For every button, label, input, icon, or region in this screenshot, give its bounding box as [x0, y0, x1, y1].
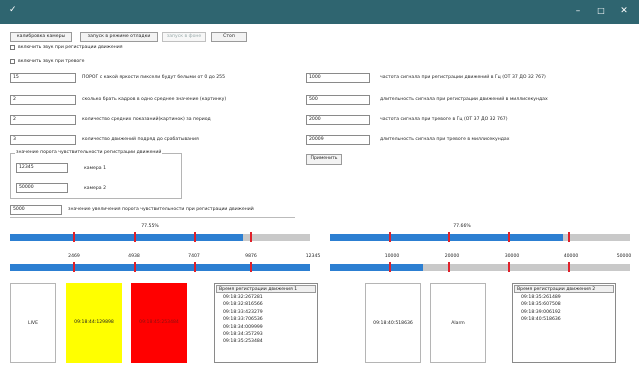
- cam1-tick: 9876: [245, 254, 257, 259]
- cam1-marker: [134, 262, 136, 272]
- increase-label: значение увеличения порога чувствительно…: [68, 207, 254, 212]
- cam2-motion-fill: [330, 264, 423, 271]
- list-item[interactable]: 09:18:35:261489: [513, 294, 615, 301]
- cam2-marker: [389, 232, 391, 242]
- cam1-tick: 2469: [68, 254, 80, 259]
- list-item[interactable]: 09:18:35:253484: [215, 338, 317, 345]
- increase-input[interactable]: 5000: [10, 205, 62, 215]
- sound-motion-checkbox[interactable]: [10, 45, 15, 50]
- background-start-button[interactable]: запуск в фоне: [162, 32, 206, 42]
- cam2-marker: [508, 262, 510, 272]
- cam2-tick: 10000: [384, 254, 400, 259]
- cam2-level-fill: [330, 234, 563, 241]
- cam1-marker: [73, 262, 75, 272]
- cam2-level-bar: [330, 232, 630, 242]
- apply-button[interactable]: Применить: [306, 154, 342, 165]
- cam2-status-time: 09:18:40:518636: [373, 321, 413, 326]
- cam1-yellow-time: 09:18:44:129898: [74, 320, 114, 325]
- cam1-motion-bar: [10, 262, 310, 272]
- cam2-threshold-input[interactable]: 50000: [16, 183, 68, 193]
- cam1-marker: [250, 232, 252, 242]
- cam2-time-panel: 09:18:40:518636: [365, 283, 421, 363]
- cam2-marker: [508, 232, 510, 242]
- threshold-brightness-label: ПОРОГ с какой яркости пиксели будут белы…: [82, 75, 225, 80]
- averages-per-period-label: количество средних показаний(картинок) з…: [82, 117, 211, 122]
- motions-before-trigger-input[interactable]: 3: [10, 135, 76, 145]
- motions-before-trigger-label: количество движений подряд до срабатыван…: [82, 137, 199, 142]
- cam1-marker: [73, 232, 75, 242]
- list-item[interactable]: 09:18:32:816566: [215, 301, 317, 308]
- cam1-list-header: Время регистрации движения 1: [216, 285, 316, 293]
- cam2-motion-list[interactable]: Время регистрации движения 2 09:18:35:26…: [512, 283, 616, 363]
- cam2-alarm-label: Alarm: [451, 321, 465, 326]
- cam1-motion-list[interactable]: Время регистрации движения 1 09:18:32:26…: [214, 283, 318, 363]
- list-item[interactable]: 09:18:33:423279: [215, 309, 317, 316]
- debug-start-button[interactable]: запуск в режиме отладки: [80, 32, 158, 42]
- cam2-marker: [448, 232, 450, 242]
- cam1-percent: 77.55%: [141, 224, 159, 229]
- list-item[interactable]: 09:18:40:518636: [513, 316, 615, 323]
- cam2-percent: 77.66%: [453, 224, 471, 229]
- close-icon[interactable]: ✕: [616, 4, 632, 18]
- cam2-tick: 20000: [444, 254, 460, 259]
- cam2-marker: [448, 262, 450, 272]
- cam2-list-header: Время регистрации движения 2: [514, 285, 614, 293]
- app-icon: ✓: [9, 5, 17, 15]
- cam2-alarm-panel: Alarm: [430, 283, 486, 363]
- cam2-tick: 50000: [616, 254, 632, 259]
- list-item[interactable]: 09:18:34:357293: [215, 331, 317, 338]
- frames-per-average-label: сколько брать кадров в одно среднее знач…: [82, 97, 227, 102]
- cam1-live-panel: LIVE: [10, 283, 56, 363]
- alarm-frequency-label: частота сигнала при тревоге в Гц (ОТ 37 …: [380, 117, 508, 122]
- list-item[interactable]: 09:18:35:607508: [513, 301, 615, 308]
- cam1-live-label: LIVE: [28, 321, 38, 326]
- cam1-marker: [194, 262, 196, 272]
- cam2-tick: 30000: [504, 254, 520, 259]
- alarm-frequency-input[interactable]: 2000: [306, 115, 370, 125]
- cam1-level-bar: [10, 232, 310, 242]
- cam1-yellow-indicator: 09:18:44:129898: [66, 283, 122, 363]
- cam2-marker: [389, 262, 391, 272]
- cam2-motion-bar: [330, 262, 630, 272]
- motion-duration-input[interactable]: 500: [306, 95, 370, 105]
- stop-button[interactable]: Стоп: [211, 32, 247, 42]
- list-item[interactable]: 09:18:33:706536: [215, 316, 317, 323]
- list-item[interactable]: 09:18:32:267281: [215, 294, 317, 301]
- cam1-tick: 7407: [188, 254, 200, 259]
- sound-alarm-checkbox[interactable]: [10, 59, 15, 64]
- cam2-marker: [568, 262, 570, 272]
- calibrate-button[interactable]: калибровка камеры: [10, 32, 72, 42]
- alarm-duration-input[interactable]: 20009: [306, 135, 370, 145]
- averages-per-period-input[interactable]: 2: [10, 115, 76, 125]
- cam1-threshold-input[interactable]: 12345: [16, 163, 68, 173]
- cam1-level-fill: [10, 234, 243, 241]
- cam2-marker: [568, 232, 570, 242]
- cam1-marker: [250, 262, 252, 272]
- frames-per-average-input[interactable]: 2: [10, 95, 76, 105]
- cam2-threshold-label: камера 2: [84, 186, 106, 191]
- cam1-marker: [194, 232, 196, 242]
- cam2-tick: 40000: [563, 254, 579, 259]
- list-item[interactable]: 09:18:34:009999: [215, 324, 317, 331]
- minimize-icon[interactable]: –: [570, 4, 586, 18]
- cam1-threshold-label: камера 1: [84, 166, 106, 171]
- separator: [10, 217, 295, 218]
- title-bar: ✓ – □ ✕: [0, 0, 639, 24]
- motion-duration-label: длительность сигнала при регистрации дви…: [380, 97, 548, 102]
- cam1-red-indicator: 09:18:45:253484: [131, 283, 187, 363]
- sound-alarm-label: включить звук при тревоге: [18, 59, 85, 64]
- cam1-motion-fill: [10, 264, 310, 271]
- cam1-marker: [134, 232, 136, 242]
- cam1-tick: 4938: [128, 254, 140, 259]
- threshold-group-legend: значение порога чувствительности регистр…: [15, 150, 163, 155]
- maximize-icon[interactable]: □: [593, 4, 609, 18]
- cam1-red-time: 09:18:45:253484: [139, 320, 179, 325]
- motion-frequency-input[interactable]: 1000: [306, 73, 370, 83]
- threshold-brightness-input[interactable]: 15: [10, 73, 76, 83]
- motion-frequency-label: частота сигнала при регистрации движений…: [380, 75, 546, 80]
- cam1-tick: 12345: [305, 254, 321, 259]
- list-item[interactable]: 09:18:39:006192: [513, 309, 615, 316]
- alarm-duration-label: длительность сигнала при тревоге в милли…: [380, 137, 510, 142]
- sound-motion-label: включить звук при регистрации движения: [18, 45, 123, 50]
